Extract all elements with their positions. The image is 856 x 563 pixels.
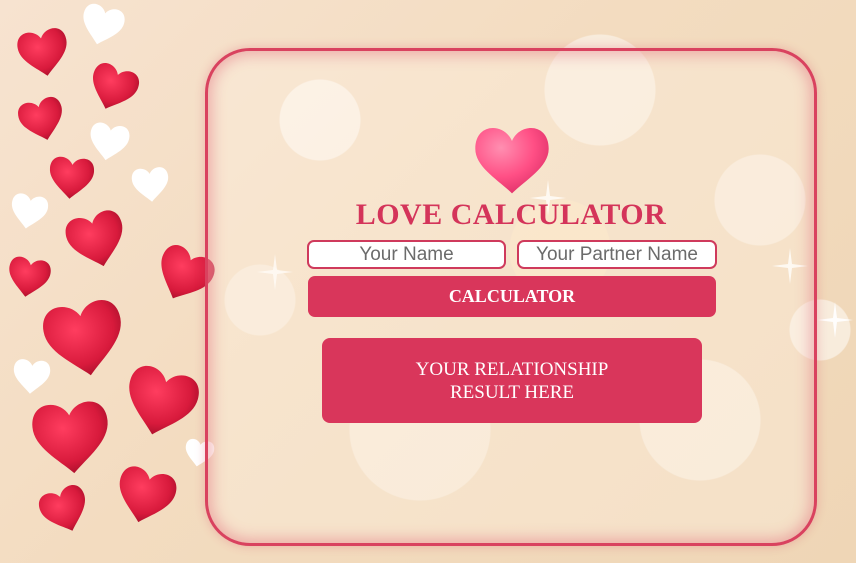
heart-icon <box>76 1 128 50</box>
heart-icon <box>62 207 132 274</box>
heart-icon <box>4 255 53 301</box>
result-line-1: YOUR RELATIONSHIP <box>415 358 609 380</box>
heart-icon <box>15 26 72 81</box>
heart-icon <box>86 121 132 164</box>
heart-icon <box>35 481 95 539</box>
heart-icon <box>118 362 203 444</box>
partner-name-input[interactable] <box>517 240 717 269</box>
heart-icon <box>15 94 69 146</box>
result-line-2: RESULT HERE <box>449 381 575 403</box>
sparkle-icon <box>817 302 853 338</box>
heart-icon <box>39 297 130 382</box>
decorative-hearts <box>4 1 220 539</box>
heart-icon <box>47 155 96 201</box>
heart-icon <box>83 59 143 117</box>
heart-icon <box>7 191 50 232</box>
heart-icon <box>475 128 549 194</box>
calculate-button[interactable]: CALCULATOR <box>308 276 716 317</box>
heart-icon <box>110 463 180 530</box>
result-box: YOUR RELATIONSHIP RESULT HERE <box>322 338 702 423</box>
heart-icon <box>130 166 171 204</box>
heart-icon <box>11 358 52 396</box>
heart-icon <box>30 399 112 477</box>
your-name-input[interactable] <box>307 240 506 269</box>
page-title: LOVE CALCULATOR <box>355 198 667 231</box>
